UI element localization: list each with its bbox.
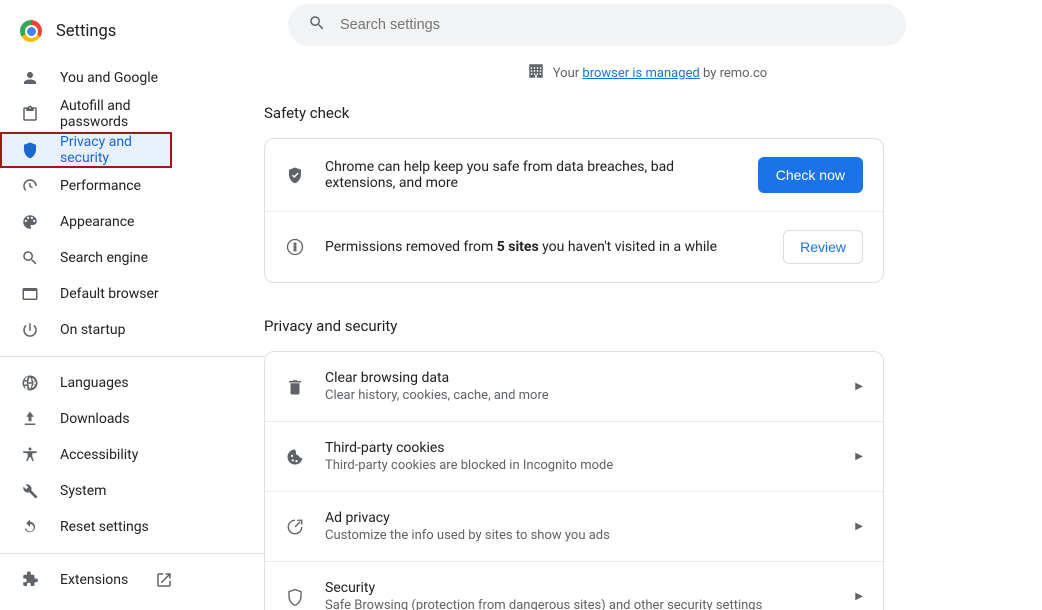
globe-icon (20, 373, 40, 393)
browser-icon (20, 284, 40, 304)
info-icon (285, 237, 305, 257)
sidebar-item-downloads[interactable]: Downloads (0, 401, 216, 437)
sidebar-item-label: Downloads (60, 411, 130, 427)
sidebar-item-label: Appearance (60, 214, 134, 230)
extension-icon (20, 570, 40, 590)
sidebar-item-system[interactable]: System (0, 473, 216, 509)
row-clear-browsing[interactable]: Clear browsing data Clear history, cooki… (265, 352, 883, 421)
sidebar-item-label: Languages (60, 375, 129, 391)
privacy-card: Clear browsing data Clear history, cooki… (264, 351, 884, 610)
sidebar-item-privacy[interactable]: Privacy and security (0, 132, 172, 168)
row-ad-privacy[interactable]: Ad privacy Customize the info used by si… (265, 491, 883, 561)
chevron-right-icon: ▶ (855, 451, 863, 462)
sidebar-item-label: Autofill and passwords (60, 98, 196, 130)
person-icon (20, 68, 40, 88)
sidebar-item-label: Accessibility (60, 447, 138, 463)
safety-row-text: Chrome can help keep you safe from data … (325, 159, 738, 191)
review-button[interactable]: Review (783, 230, 863, 264)
sidebar-item-label: Extensions (60, 572, 128, 588)
main-content: Your browser is managed by remo.co Safet… (264, 0, 1042, 610)
reset-icon (20, 517, 40, 537)
managed-banner: Your browser is managed by remo.co (288, 62, 1006, 84)
ad-icon (285, 517, 305, 537)
settings-header: Settings (0, 14, 264, 60)
sidebar-item-performance[interactable]: Performance (0, 168, 216, 204)
sidebar-item-autofill[interactable]: Autofill and passwords (0, 96, 216, 132)
row-security[interactable]: Security Safe Browsing (protection from … (265, 561, 883, 610)
building-icon (527, 62, 545, 84)
divider (0, 356, 264, 357)
check-now-button[interactable]: Check now (758, 157, 863, 193)
sidebar-item-label: Search engine (60, 250, 148, 266)
accessibility-icon (20, 445, 40, 465)
sidebar: Settings You and Google Autofill and pas… (0, 0, 264, 610)
sidebar-item-label: On startup (60, 322, 126, 338)
search-icon (20, 248, 40, 268)
chevron-right-icon: ▶ (855, 521, 863, 532)
sidebar-item-label: Reset settings (60, 519, 149, 535)
sidebar-item-label: Privacy and security (60, 134, 152, 166)
permissions-text: Permissions removed from 5 sites you hav… (325, 239, 763, 255)
power-icon (20, 320, 40, 340)
search-bar[interactable] (288, 4, 906, 46)
safety-row-permissions: Permissions removed from 5 sites you hav… (265, 211, 883, 282)
search-input[interactable] (340, 17, 886, 33)
shield-check-icon (285, 165, 305, 185)
sidebar-item-accessibility[interactable]: Accessibility (0, 437, 216, 473)
cookie-icon (285, 447, 305, 467)
speedometer-icon (20, 176, 40, 196)
sidebar-item-reset[interactable]: Reset settings (0, 509, 216, 545)
sidebar-item-label: Default browser (60, 286, 159, 302)
managed-text: Your browser is managed by remo.co (553, 66, 767, 81)
divider (0, 553, 264, 554)
sidebar-item-extensions[interactable]: Extensions (0, 562, 216, 598)
chevron-right-icon: ▶ (855, 381, 863, 392)
sidebar-item-you[interactable]: You and Google (0, 60, 216, 96)
sidebar-item-appearance[interactable]: Appearance (0, 204, 216, 240)
open-external-icon (154, 570, 174, 590)
clipboard-icon (20, 104, 40, 124)
settings-title: Settings (56, 22, 116, 41)
managed-link[interactable]: browser is managed (582, 66, 699, 81)
search-icon (308, 14, 326, 36)
sidebar-item-default[interactable]: Default browser (0, 276, 216, 312)
privacy-heading: Privacy and security (264, 317, 884, 335)
sidebar-item-search[interactable]: Search engine (0, 240, 216, 276)
sidebar-item-languages[interactable]: Languages (0, 365, 216, 401)
sidebar-item-startup[interactable]: On startup (0, 312, 216, 348)
trash-icon (285, 377, 305, 397)
safety-check-card: Chrome can help keep you safe from data … (264, 138, 884, 283)
safety-row-breaches: Chrome can help keep you safe from data … (265, 139, 883, 211)
shield-icon (20, 140, 40, 160)
sidebar-item-label: Performance (60, 178, 141, 194)
sidebar-item-label: You and Google (60, 70, 158, 86)
download-icon (20, 409, 40, 429)
chevron-right-icon: ▶ (855, 591, 863, 602)
row-cookies[interactable]: Third-party cookies Third-party cookies … (265, 421, 883, 491)
wrench-icon (20, 481, 40, 501)
safety-check-heading: Safety check (264, 104, 884, 122)
chrome-logo-icon (20, 20, 42, 42)
palette-icon (20, 212, 40, 232)
sidebar-item-label: System (60, 483, 106, 499)
security-shield-icon (285, 587, 305, 607)
